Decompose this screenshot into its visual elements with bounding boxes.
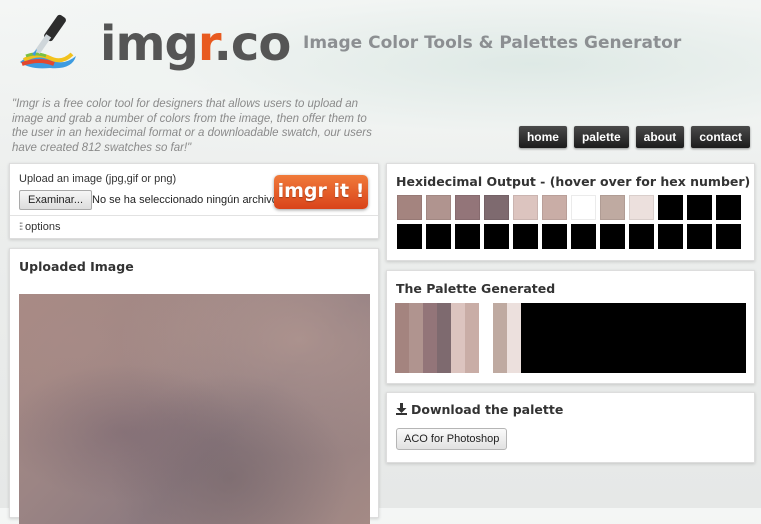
color-swatch[interactable] <box>658 224 683 249</box>
color-swatch[interactable] <box>600 195 625 220</box>
color-swatch[interactable] <box>513 195 538 220</box>
color-swatch[interactable] <box>542 195 567 220</box>
nav-home[interactable]: home <box>518 126 567 148</box>
hex-swatch-grid <box>397 195 745 249</box>
options-toggle[interactable]: ⫶⫶ options <box>19 221 60 233</box>
palette-segment <box>521 303 746 373</box>
palette-segment <box>479 303 493 373</box>
nav-palette[interactable]: palette <box>573 126 629 148</box>
color-swatch[interactable] <box>600 224 625 249</box>
color-swatch[interactable] <box>629 224 654 249</box>
color-swatch[interactable] <box>397 224 422 249</box>
color-swatch[interactable] <box>687 195 712 220</box>
color-swatch[interactable] <box>629 195 654 220</box>
palette-segment <box>423 303 437 373</box>
palette-panel: The Palette Generated <box>386 270 755 384</box>
palette-segment <box>409 303 423 373</box>
color-swatch[interactable] <box>513 224 538 249</box>
color-swatch[interactable] <box>484 224 509 249</box>
site-description: "Imgr is a free color tool for designers… <box>12 98 372 154</box>
palette-segment <box>493 303 507 373</box>
color-swatch[interactable] <box>455 195 480 220</box>
nav-about[interactable]: about <box>635 126 685 148</box>
color-swatch[interactable] <box>716 224 741 249</box>
palette-title: The Palette Generated <box>396 281 556 296</box>
options-label: options <box>25 221 61 233</box>
color-swatch[interactable] <box>455 224 480 249</box>
palette-segment <box>395 303 409 373</box>
color-swatch[interactable] <box>716 195 741 220</box>
palette-segment <box>451 303 465 373</box>
color-swatch[interactable] <box>658 195 683 220</box>
uploaded-image-preview <box>19 294 370 524</box>
color-swatch[interactable] <box>426 224 451 249</box>
logo[interactable]: imgr.co <box>16 8 291 72</box>
download-icon <box>396 403 407 415</box>
hex-output-title: Hexidecimal Output - (hover over for hex… <box>396 174 751 189</box>
color-swatch[interactable] <box>484 195 509 220</box>
sliders-icon: ⫶⫶ <box>19 222 23 233</box>
divider <box>10 215 378 216</box>
hex-output-panel: Hexidecimal Output - (hover over for hex… <box>386 163 755 261</box>
file-browse-button[interactable]: Examinar... <box>19 190 93 210</box>
color-swatch[interactable] <box>397 195 422 220</box>
aco-download-button[interactable]: ACO for Photoshop <box>396 428 508 450</box>
imgr-it-button[interactable]: imgr it ! <box>274 175 368 209</box>
paint-dropper-icon <box>20 14 76 69</box>
palette-segment <box>507 303 521 373</box>
color-swatch[interactable] <box>571 195 596 220</box>
uploaded-image-title: Uploaded Image <box>19 259 134 274</box>
tagline: Image Color Tools & Palettes Generator <box>303 33 682 53</box>
upload-panel: Upload an image (jpg,gif or png) Examina… <box>9 163 379 239</box>
file-status-text: No se ha seleccionado ningún archivo. <box>92 194 281 206</box>
palette-segment <box>465 303 479 373</box>
color-swatch[interactable] <box>687 224 712 249</box>
logo-text: imgr.co <box>100 16 291 72</box>
color-swatch[interactable] <box>542 224 567 249</box>
uploaded-image-panel: Uploaded Image <box>9 248 379 524</box>
color-swatch[interactable] <box>571 224 596 249</box>
palette-segment <box>437 303 451 373</box>
main-nav: home palette about contact <box>518 126 750 148</box>
palette-bar <box>395 303 746 373</box>
color-swatch[interactable] <box>426 195 451 220</box>
nav-contact[interactable]: contact <box>691 126 750 148</box>
download-panel: Download the palette ACO for Photoshop <box>386 392 755 463</box>
upload-label: Upload an image (jpg,gif or png) <box>19 173 177 185</box>
download-title: Download the palette <box>396 402 563 417</box>
